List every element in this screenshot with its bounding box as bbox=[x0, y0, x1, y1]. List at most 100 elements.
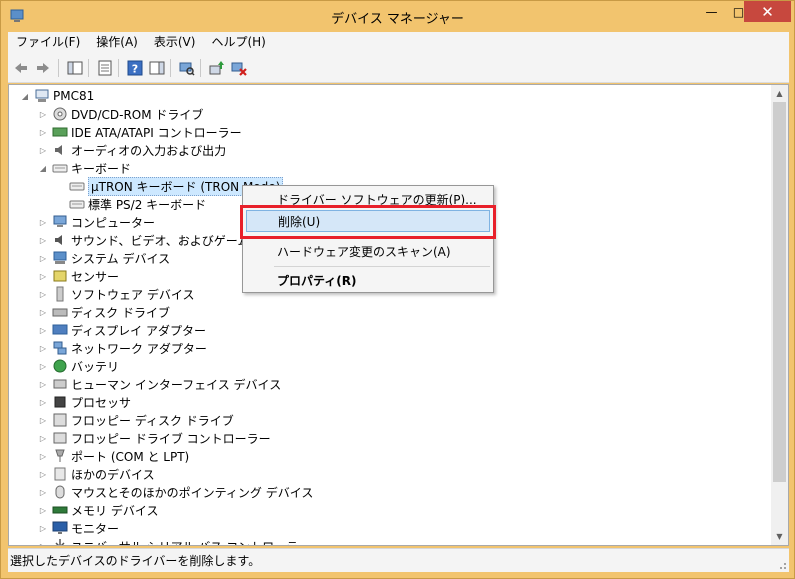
title-bar[interactable]: デバイス マネージャー — □ ✕ bbox=[1, 1, 794, 32]
expand-icon[interactable]: ▷ bbox=[38, 123, 48, 141]
tree-category-item[interactable]: ▷ プロセッサ bbox=[38, 393, 131, 411]
menu-help[interactable]: ヘルプ(H) bbox=[203, 32, 273, 53]
menu-bar: ファイル(F) 操作(A) 表示(V) ヘルプ(H) bbox=[8, 32, 789, 53]
tree-category-item[interactable]: ▷ ユニバーサル シリアル バス コントローラー bbox=[38, 537, 310, 546]
ctx-scan-hardware[interactable]: ハードウェア変更のスキャン(A) bbox=[246, 240, 490, 262]
tree-item-label: ヒューマン インターフェイス デバイス bbox=[71, 377, 282, 392]
update-driver-button[interactable] bbox=[208, 59, 226, 77]
tree-category-item[interactable]: ▷ フロッピー ディスク ドライブ bbox=[38, 411, 234, 429]
tree-root[interactable]: ◢ PMC81 bbox=[20, 87, 94, 105]
svg-text:?: ? bbox=[132, 63, 138, 76]
close-button[interactable]: ✕ bbox=[744, 1, 791, 22]
battery-icon bbox=[52, 358, 68, 374]
menu-file[interactable]: ファイル(F) bbox=[8, 32, 88, 53]
tree-category-item[interactable]: ▷ ほかのデバイス bbox=[38, 465, 155, 483]
arrow-left-icon bbox=[15, 63, 27, 73]
expand-icon[interactable]: ▷ bbox=[38, 303, 48, 321]
memory-icon bbox=[52, 502, 68, 518]
toolbar-separator bbox=[88, 59, 89, 77]
show-hide-console-tree-button[interactable] bbox=[66, 59, 84, 77]
toolbar-separator bbox=[58, 59, 59, 77]
tree-child-item[interactable]: 標準 PS/2 キーボード bbox=[69, 195, 206, 213]
tree-item-label: 標準 PS/2 キーボード bbox=[88, 197, 207, 212]
action-pane-icon bbox=[149, 61, 165, 75]
expand-icon[interactable]: ▷ bbox=[38, 141, 48, 159]
tree-category-item[interactable]: ▷ ポート (COM と LPT) bbox=[38, 447, 189, 465]
expand-icon[interactable]: ▷ bbox=[38, 411, 48, 429]
scan-hardware-button[interactable] bbox=[178, 59, 196, 77]
scroll-thumb[interactable] bbox=[773, 102, 786, 482]
tree-category-item[interactable]: ▷ コンピューター bbox=[38, 213, 155, 231]
expand-icon[interactable]: ▷ bbox=[38, 285, 48, 303]
tree-item-label: バッテリ bbox=[71, 359, 120, 374]
audio-icon bbox=[52, 142, 68, 158]
toolbar-separator bbox=[118, 59, 119, 77]
ctx-properties[interactable]: プロパティ(R) bbox=[246, 269, 490, 291]
expand-icon[interactable]: ▷ bbox=[38, 483, 48, 501]
vertical-scrollbar[interactable]: ▲ ▼ bbox=[771, 85, 788, 545]
tree-category-item[interactable]: ▷ ディスプレイ アダプター bbox=[38, 321, 206, 339]
expand-icon[interactable]: ▷ bbox=[38, 465, 48, 483]
tree-category-item[interactable]: ▷ ネットワーク アダプター bbox=[38, 339, 207, 357]
expand-icon[interactable]: ▷ bbox=[38, 249, 48, 267]
display-icon bbox=[52, 322, 68, 338]
tree-category-item[interactable]: ▷ システム デバイス bbox=[38, 249, 170, 267]
scroll-up-arrow-icon[interactable]: ▲ bbox=[771, 85, 788, 102]
expand-icon[interactable]: ▷ bbox=[38, 375, 48, 393]
tree-category-item[interactable]: ▷ ソフトウェア デバイス bbox=[38, 285, 194, 303]
other-device-icon bbox=[52, 466, 68, 482]
expand-icon[interactable]: ▷ bbox=[38, 339, 48, 357]
expand-icon[interactable]: ▷ bbox=[38, 321, 48, 339]
expand-icon[interactable]: ▷ bbox=[38, 105, 48, 123]
floppy-controller-icon bbox=[52, 430, 68, 446]
tree-category-item[interactable]: ▷ オーディオの入力および出力 bbox=[38, 141, 226, 159]
device-tree[interactable]: ◢ PMC81 ▷ DVD/CD-ROM ドライブ ▷ IDE ATA/ATAPI コ… bbox=[8, 84, 789, 546]
tree-category-item[interactable]: ▷ DVD/CD-ROM ドライブ bbox=[38, 105, 203, 123]
tree-item-label: ほかのデバイス bbox=[71, 467, 155, 482]
expand-icon[interactable]: ▷ bbox=[38, 429, 48, 447]
action-pane-button[interactable] bbox=[148, 59, 166, 77]
expand-icon[interactable]: ▷ bbox=[38, 519, 48, 537]
tree-item-label: ポート (COM と LPT) bbox=[71, 449, 190, 464]
tree-category-item[interactable]: ◢ キーボード bbox=[38, 159, 131, 177]
tree-item-label: マウスとそのほかのポインティング デバイス bbox=[71, 485, 314, 500]
tree-item-label: キーボード bbox=[71, 161, 132, 176]
uninstall-device-icon bbox=[231, 62, 247, 76]
forward-button[interactable] bbox=[34, 59, 52, 77]
help-toolbar-button[interactable]: ? bbox=[126, 59, 144, 77]
expand-icon[interactable]: ▷ bbox=[38, 213, 48, 231]
floppy-icon bbox=[52, 412, 68, 428]
expand-icon[interactable]: ▷ bbox=[38, 393, 48, 411]
tree-category-item[interactable]: ▷ センサー bbox=[38, 267, 119, 285]
expand-icon[interactable]: ▷ bbox=[38, 231, 48, 249]
collapse-icon[interactable]: ◢ bbox=[38, 159, 48, 177]
status-bar: 選択したデバイスのドライバーを削除します。 bbox=[8, 548, 789, 572]
properties-toolbar-button[interactable] bbox=[96, 59, 114, 77]
tree-category-item[interactable]: ▷ マウスとそのほかのポインティング デバイス bbox=[38, 483, 313, 501]
expand-icon[interactable]: ▷ bbox=[38, 447, 48, 465]
minimize-button[interactable]: — bbox=[698, 1, 725, 22]
tree-category-item[interactable]: ▷ バッテリ bbox=[38, 357, 119, 375]
collapse-icon[interactable]: ◢ bbox=[20, 87, 30, 105]
dvd-icon bbox=[52, 106, 68, 122]
tree-category-item[interactable]: ▷ モニター bbox=[38, 519, 119, 537]
menu-action[interactable]: 操作(A) bbox=[88, 32, 146, 53]
menu-view[interactable]: 表示(V) bbox=[146, 32, 204, 53]
expand-icon[interactable]: ▷ bbox=[38, 357, 48, 375]
scroll-down-arrow-icon[interactable]: ▼ bbox=[771, 528, 788, 545]
uninstall-device-button[interactable] bbox=[230, 59, 248, 77]
tree-category-item[interactable]: ▷ フロッピー ドライブ コントローラー bbox=[38, 429, 271, 447]
tree-item-label: DVD/CD-ROM ドライブ bbox=[71, 107, 204, 122]
resize-grip-icon[interactable] bbox=[775, 558, 787, 570]
expand-icon[interactable]: ▷ bbox=[38, 501, 48, 519]
tree-category-item[interactable]: ▷ ヒューマン インターフェイス デバイス bbox=[38, 375, 281, 393]
tree-category-item[interactable]: ▷ ディスク ドライブ bbox=[38, 303, 170, 321]
expand-icon[interactable]: ▷ bbox=[38, 537, 48, 546]
tree-category-item[interactable]: ▷ IDE ATA/ATAPI コントローラー bbox=[38, 123, 242, 141]
expand-icon[interactable]: ▷ bbox=[38, 267, 48, 285]
back-button[interactable] bbox=[12, 59, 30, 77]
tree-category-item[interactable]: ▷ メモリ デバイス bbox=[38, 501, 159, 519]
tree-item-label: IDE ATA/ATAPI コントローラー bbox=[71, 125, 242, 140]
tree-item-label: オーディオの入力および出力 bbox=[71, 143, 227, 158]
network-icon bbox=[52, 340, 68, 356]
